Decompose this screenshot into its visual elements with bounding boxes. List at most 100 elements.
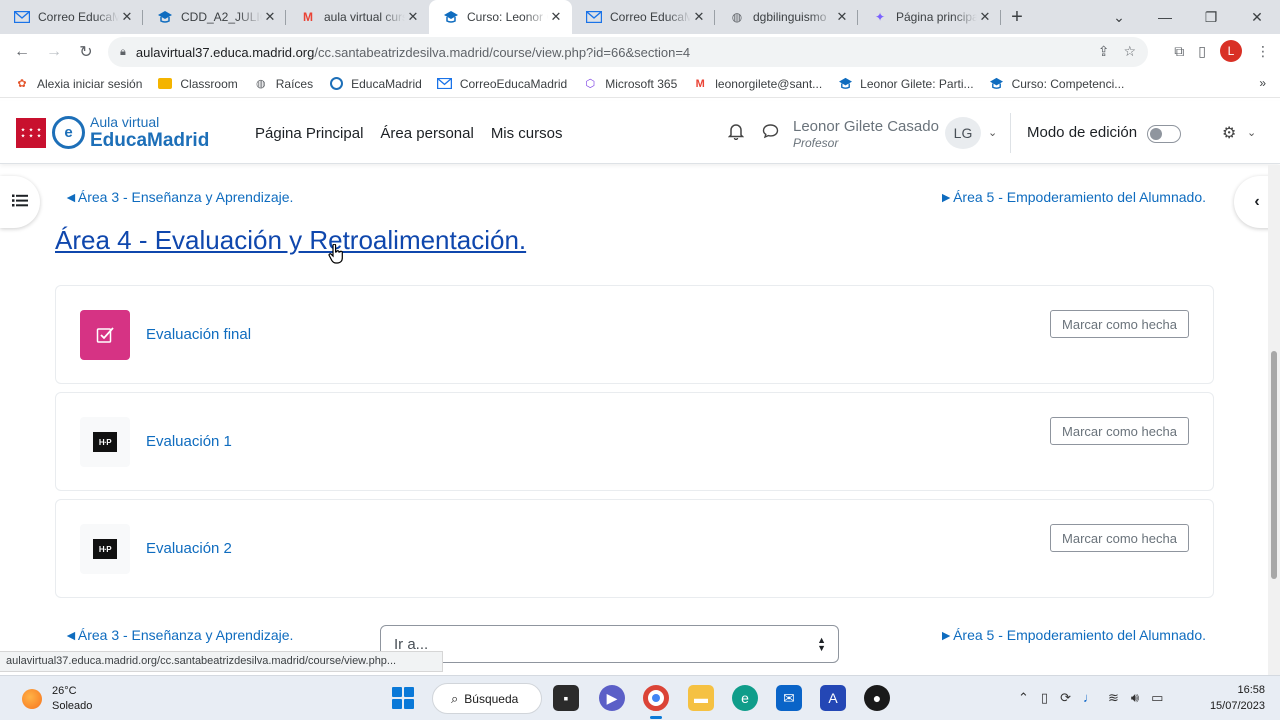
next-section-link[interactable]: ►Área 5 - Empoderamiento del Alumnado.: [939, 189, 1206, 205]
lock-icon[interactable]: 🔒︎: [120, 46, 126, 59]
share-icon[interactable]: ⇪: [1098, 43, 1110, 60]
user-menu[interactable]: Leonor Gilete Casado Profesor: [793, 118, 939, 150]
prev-section-link-bottom[interactable]: ◄Área 3 - Enseñanza y Aprendizaje.: [64, 627, 293, 643]
address-bar[interactable]: 🔒︎ aulavirtual37.educa.madrid.org/cc.san…: [108, 37, 1148, 67]
taskbar-search[interactable]: ⌕ Búsqueda: [432, 683, 542, 714]
chevron-down-icon[interactable]: ⌄: [1096, 9, 1142, 26]
course-index-toggle[interactable]: [0, 176, 40, 228]
sync-icon[interactable]: ⟳: [1060, 690, 1071, 706]
bell-icon[interactable]: [727, 123, 745, 144]
weather-widget[interactable]: 26°C Soleado: [22, 684, 92, 715]
cap-icon: [837, 76, 853, 92]
battery-status-icon[interactable]: ▯: [1041, 690, 1048, 706]
profile-avatar[interactable]: L: [1220, 40, 1242, 62]
browser-tab-active[interactable]: Curso: Leonor Gilete ✕: [429, 0, 572, 34]
new-tab-icon[interactable]: +: [1001, 0, 1033, 34]
mail-app-icon[interactable]: ✉: [776, 685, 802, 711]
mail-icon: [437, 76, 453, 92]
jump-to-label: Ir a...: [394, 635, 429, 653]
star-icon[interactable]: ☆: [1123, 43, 1136, 60]
edge-icon[interactable]: e: [732, 685, 758, 711]
bookmark-item[interactable]: ◍ Raíces: [253, 76, 313, 92]
minimize-icon[interactable]: —: [1142, 9, 1188, 25]
browser-tab[interactable]: Correo EducaMadrid ✕: [0, 0, 143, 34]
browser-tab[interactable]: Correo EducaMadrid ✕: [572, 0, 715, 34]
nav-my-courses[interactable]: Mis cursos: [491, 125, 563, 142]
bookmark-item[interactable]: ⬡ Microsoft 365: [582, 76, 677, 92]
wifi-icon[interactable]: ≋: [1108, 690, 1119, 706]
jump-to-select[interactable]: Ir a... ▲ ▼: [380, 625, 839, 663]
scrollbar-thumb[interactable]: [1271, 351, 1277, 579]
close-icon[interactable]: ✕: [977, 9, 993, 25]
system-clock[interactable]: 16:58 15/07/2023: [1210, 683, 1265, 715]
file-explorer-icon[interactable]: ▬: [688, 685, 714, 711]
avatar[interactable]: LG: [945, 117, 981, 149]
nav-dashboard[interactable]: Área personal: [380, 125, 473, 142]
office-app-icon[interactable]: A: [820, 685, 846, 711]
teams-chat-icon[interactable]: ▶: [599, 685, 625, 711]
nav-home[interactable]: Página Principal: [255, 125, 363, 142]
user-role: Profesor: [793, 136, 839, 150]
search-icon: ⌕: [451, 690, 459, 706]
close-icon[interactable]: ✕: [119, 9, 135, 25]
status-url-bubble: aulavirtual37.educa.madrid.org/cc.santab…: [0, 651, 444, 672]
next-section-link-bottom[interactable]: ►Área 5 - Empoderamiento del Alumnado.: [939, 627, 1206, 643]
kebab-menu-icon[interactable]: ⋮: [1256, 43, 1270, 60]
mark-done-button[interactable]: Marcar como hecha: [1050, 310, 1189, 338]
weather-condition: Soleado: [52, 700, 93, 713]
close-icon[interactable]: ✕: [691, 9, 707, 25]
tab-title: aula virtual curso: [324, 10, 405, 24]
close-icon[interactable]: ✕: [548, 9, 564, 25]
activity-name[interactable]: Evaluación 2: [146, 540, 232, 557]
activity-name[interactable]: Evaluación final: [146, 326, 251, 343]
mark-done-button[interactable]: Marcar como hecha: [1050, 417, 1189, 445]
forward-icon[interactable]: →: [38, 43, 70, 61]
app-icon[interactable]: ●: [864, 685, 890, 711]
close-icon[interactable]: ✕: [262, 9, 278, 25]
chrome-icon[interactable]: [643, 685, 669, 711]
restore-icon[interactable]: ❐: [1188, 9, 1234, 26]
side-panel-icon[interactable]: ▯: [1198, 43, 1206, 60]
bookmark-item[interactable]: Curso: Competenci...: [989, 76, 1124, 92]
mark-done-button[interactable]: Marcar como hecha: [1050, 524, 1189, 552]
activity-name[interactable]: Evaluación 1: [146, 433, 232, 450]
chevron-down-icon[interactable]: ⌄: [1247, 126, 1256, 139]
sun-icon: [22, 689, 42, 710]
close-icon[interactable]: ✕: [834, 9, 850, 25]
browser-tab[interactable]: ✦ Página principal ✕: [858, 0, 1001, 34]
bookmark-item[interactable]: Classroom: [157, 76, 238, 92]
bookmark-item[interactable]: Mleonorgilete@sant...: [692, 76, 823, 92]
bookmark-item[interactable]: CorreoEducaMadrid: [437, 76, 567, 92]
bookmark-item[interactable]: ✿ Alexia iniciar sesión: [14, 76, 142, 92]
gear-icon[interactable]: ⚙︎: [1222, 123, 1236, 143]
site-logo[interactable]: e Aula virtual EducaMadrid: [16, 115, 209, 150]
activity-item: H·P Evaluación 2 Marcar como hecha: [55, 499, 1214, 598]
section-title[interactable]: Área 4 - Evaluación y Retroalimentación.: [55, 225, 526, 256]
chat-icon[interactable]: [762, 123, 779, 144]
close-window-icon[interactable]: ✕: [1234, 9, 1280, 26]
reload-icon[interactable]: ↻: [70, 42, 102, 62]
chevron-down-icon[interactable]: ⌄: [988, 126, 997, 139]
tab-title: Correo EducaMadrid: [38, 10, 119, 24]
bookmarks-overflow-icon[interactable]: »: [1259, 76, 1266, 90]
chevron-up-icon[interactable]: ⌃: [1018, 690, 1029, 706]
task-view-icon[interactable]: ▪: [553, 685, 579, 711]
volume-icon[interactable]: 🔊︎: [1131, 690, 1139, 706]
windows-start-icon[interactable]: [392, 687, 414, 709]
microphone-icon[interactable]: ♩: [1083, 690, 1096, 706]
prev-section-link[interactable]: ◄Área 3 - Enseñanza y Aprendizaje.: [64, 189, 293, 205]
close-icon[interactable]: ✕: [405, 9, 421, 25]
bookmark-item[interactable]: Leonor Gilete: Parti...: [837, 76, 974, 92]
edit-mode-toggle[interactable]: [1147, 125, 1181, 143]
browser-tab[interactable]: M aula virtual curso ✕: [286, 0, 429, 34]
activity-item: H·P Evaluación 1 Marcar como hecha: [55, 392, 1214, 491]
extensions-icon[interactable]: ⧉: [1174, 43, 1184, 60]
bookmark-item[interactable]: EducaMadrid: [328, 76, 422, 92]
edit-mode-label: Modo de edición: [1027, 124, 1138, 141]
url-path: /cc.santabeatrizdesilva.madrid/course/vi…: [314, 44, 691, 60]
browser-tab[interactable]: ◍ dgbilinguismo ✕: [715, 0, 858, 34]
back-icon[interactable]: ←: [6, 43, 38, 61]
browser-tab[interactable]: CDD_A2_JULIO ✕: [143, 0, 286, 34]
battery-icon[interactable]: ▭: [1151, 690, 1163, 706]
page-scrollbar[interactable]: [1268, 165, 1280, 675]
